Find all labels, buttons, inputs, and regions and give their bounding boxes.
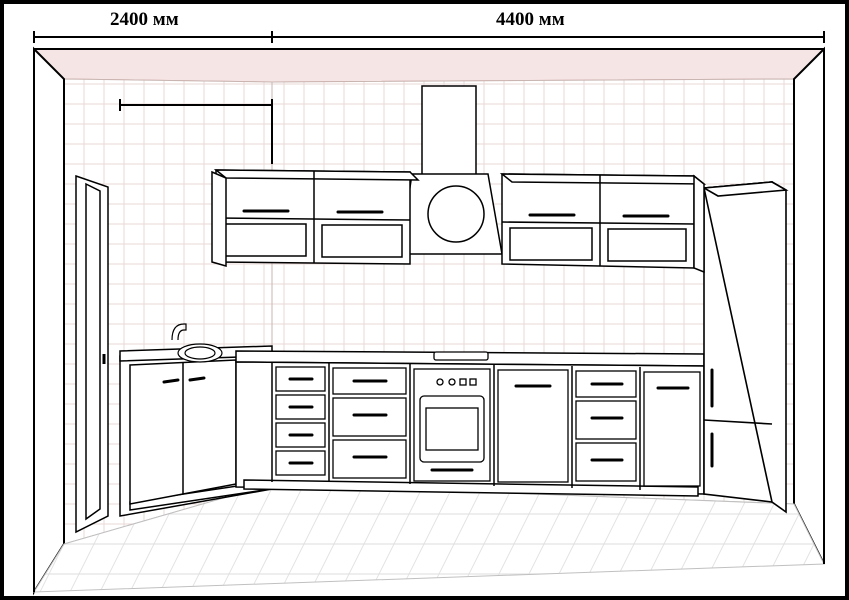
base-return-cabinet	[130, 360, 236, 504]
base-plain-1	[498, 370, 568, 482]
hood-duct	[422, 86, 476, 178]
upper-left-block	[216, 170, 418, 264]
fridge	[704, 182, 786, 512]
upper-right-block	[502, 174, 704, 268]
dim-line-wall-left	[34, 31, 272, 43]
kitchen-plan-diagram: 2400 мм 4400 мм 1470 мм	[0, 0, 849, 600]
door	[76, 176, 108, 532]
dim-line-wall-right	[272, 31, 824, 43]
plan-svg	[4, 4, 845, 596]
base-drawers-wide	[333, 368, 406, 478]
ceiling	[34, 49, 824, 82]
range-hood	[400, 174, 502, 254]
wall-left-front	[34, 49, 64, 592]
base-plain-2	[644, 372, 700, 486]
wall-right-front	[794, 49, 824, 564]
base-drawers-right	[576, 371, 636, 481]
oven	[414, 352, 490, 481]
